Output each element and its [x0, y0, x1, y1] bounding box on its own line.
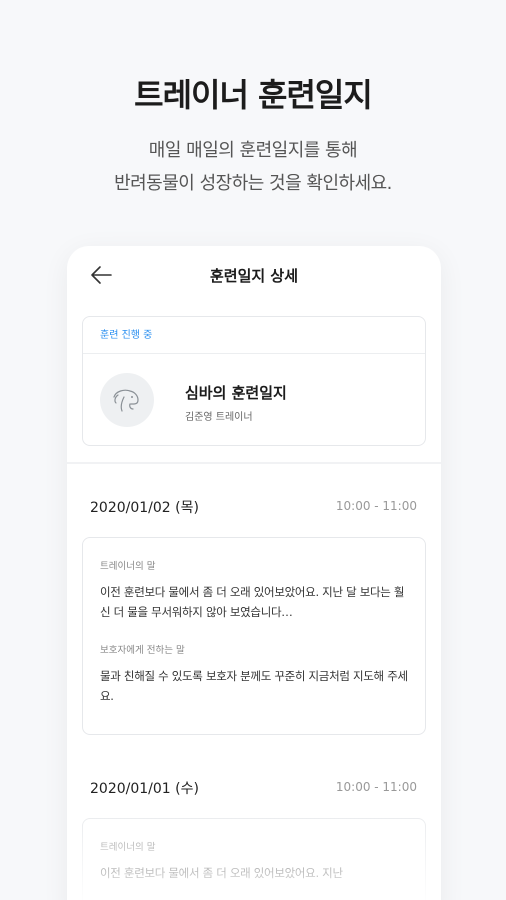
guardian-message-text: 물과 친해질 수 있도록 보호자 분께도 꾸준히 지금처럼 지도해 주세요.	[100, 669, 408, 703]
trainer-comment-text: 이전 훈련보다 물에서 좀 더 오래 있어보았어요. 지난 달 보다는 훨신 더…	[100, 585, 405, 619]
phone-screen: 훈련일지 상세 훈련 진행 중 심바의 훈련일지 김준영 트레이너 2020/0…	[67, 246, 441, 900]
journal-title: 심바의 훈련일지	[185, 384, 287, 402]
entry-card[interactable]: 트레이너의 말 이전 훈련보다 물에서 좀 더 오래 있어보았어요. 지난	[82, 818, 426, 900]
entry-time: 10:00 - 11:00	[335, 780, 417, 794]
trainer-comment-text: 이전 훈련보다 물에서 좀 더 오래 있어보았어요. 지난	[100, 866, 343, 880]
promo-subtitle: 매일 매일의 훈련일지를 통해 반려동물이 성장하는 것을 확인하세요.	[0, 134, 506, 200]
dog-icon	[113, 389, 139, 412]
promo-title: 트레이너 훈련일지	[134, 76, 373, 114]
entry-card[interactable]: 트레이너의 말 이전 훈련보다 물에서 좀 더 오래 있어보았어요. 지난 달 …	[82, 537, 426, 735]
avatar	[100, 373, 154, 427]
entry-time: 10:00 - 11:00	[335, 499, 417, 513]
trainer-comment-label: 트레이너의 말	[100, 842, 156, 853]
guardian-message-label: 보호자에게 전하는 말	[100, 645, 185, 656]
journal-summary-card[interactable]: 훈련 진행 중 심바의 훈련일지 김준영 트레이너	[82, 316, 426, 446]
entry-date: 2020/01/02 (목)	[90, 500, 199, 516]
trainer-name: 김준영 트레이너	[185, 412, 253, 423]
entry-date: 2020/01/01 (수)	[90, 781, 199, 797]
status-badge: 훈련 진행 중	[83, 317, 425, 354]
promo-subtitle-line1: 매일 매일의 훈련일지를 통해	[148, 140, 358, 161]
header-title: 훈련일지 상세	[209, 267, 299, 285]
trainer-comment-label: 트레이너의 말	[100, 561, 156, 572]
section-divider	[67, 462, 441, 464]
promo-subtitle-line2: 반려동물이 성장하는 것을 확인하세요.	[114, 173, 392, 194]
app-header: 훈련일지 상세	[67, 246, 441, 304]
